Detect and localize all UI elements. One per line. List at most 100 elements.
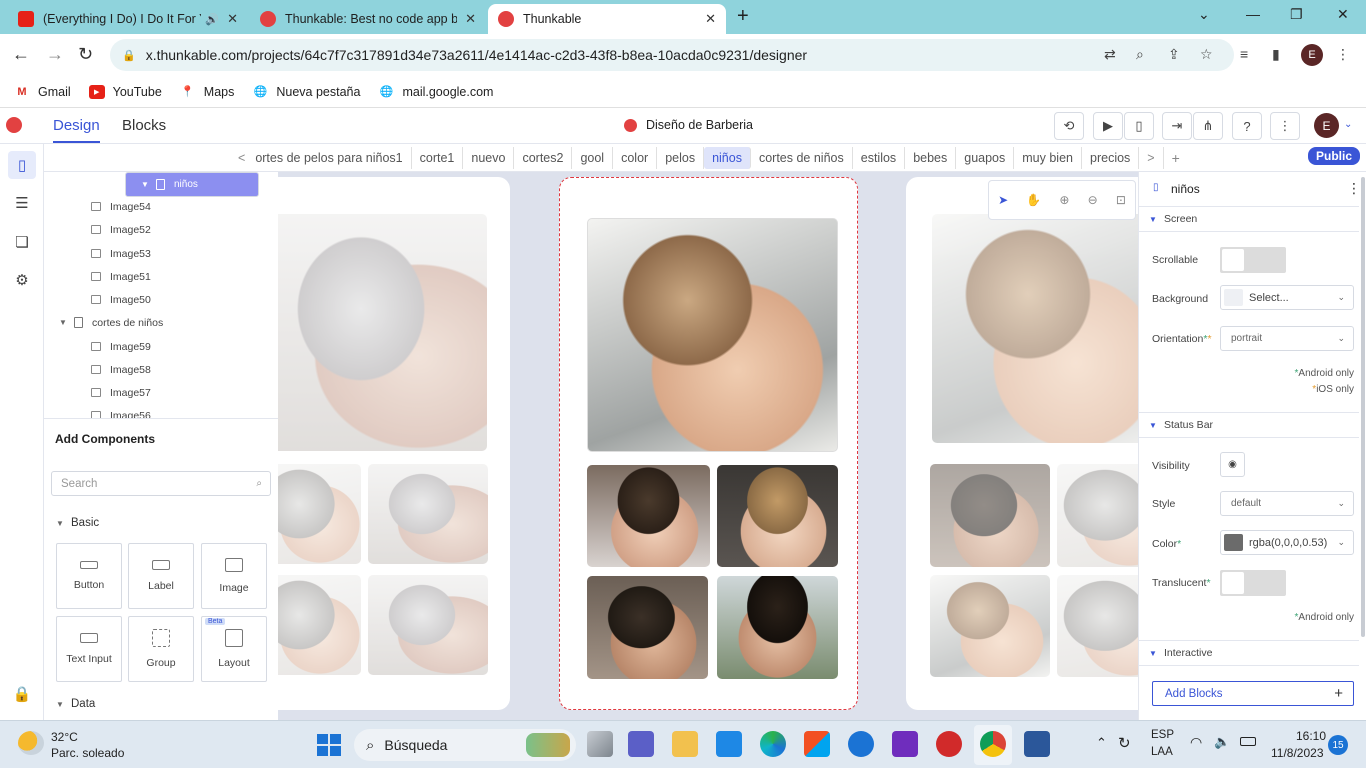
tree-row-image[interactable]: Image53 <box>44 242 278 265</box>
taskbar-search[interactable]: ⌕ Búsqueda <box>354 729 576 761</box>
tree-row-image[interactable]: Image51 <box>44 265 278 288</box>
weather-temp[interactable]: 32°C <box>51 730 78 744</box>
share-button[interactable]: ⋔ <box>1193 112 1223 140</box>
bookmark-nueva-pestana[interactable]: 🌐 Nueva pestaña <box>252 85 361 99</box>
url-field[interactable]: 🔒 x.thunkable.com/projects/64c7f7c317891… <box>110 39 1234 71</box>
chevron-down-icon[interactable]: ⌄ <box>1344 119 1352 130</box>
volume-icon[interactable]: 🔈 <box>1214 734 1230 750</box>
component-text-input[interactable]: Text Input <box>56 616 122 682</box>
add-screen-button[interactable]: + <box>1164 146 1188 170</box>
share-icon[interactable]: ⇪ <box>1168 46 1180 63</box>
image-component[interactable] <box>930 575 1050 677</box>
image-component[interactable] <box>717 576 838 679</box>
image-component[interactable] <box>278 575 361 675</box>
phone-preview-selected[interactable] <box>559 177 858 710</box>
screen-tab[interactable]: color <box>613 147 658 169</box>
notification-badge[interactable]: 15 <box>1328 735 1348 755</box>
orientation-select[interactable]: portrait ⌄ <box>1220 326 1354 351</box>
wifi-icon[interactable]: ◠ <box>1190 734 1202 751</box>
image-component[interactable] <box>932 214 1138 443</box>
screen-tab[interactable]: cortes de niños <box>751 147 853 169</box>
image-component[interactable] <box>717 465 838 567</box>
history-button[interactable]: ⟲ <box>1054 112 1084 140</box>
tree-row-image[interactable]: Image57 <box>44 381 278 404</box>
tab-youtube[interactable]: (Everything I Do) I Do It For Y 🔊 ✕ <box>8 4 248 34</box>
zoom-icon[interactable]: ⌕ <box>1136 46 1144 63</box>
tree-row-screen[interactable]: ▼ niños <box>125 172 259 197</box>
tree-row-image[interactable]: Image54 <box>44 195 278 218</box>
section-status-bar[interactable]: ▼ Status Bar <box>1139 412 1359 438</box>
language-top[interactable]: ESP <box>1151 729 1174 741</box>
thunkable-logo[interactable] <box>6 117 22 133</box>
word-icon[interactable] <box>1024 731 1050 757</box>
language-bottom[interactable]: LAA <box>1151 746 1173 758</box>
media-icon[interactable]: ≡ <box>1240 46 1248 62</box>
kebab-menu-icon[interactable]: ⋮ <box>1347 180 1361 197</box>
screen-tab-active[interactable]: niños <box>704 147 751 169</box>
image-component[interactable] <box>368 464 488 564</box>
visual-studio-icon[interactable] <box>892 731 918 757</box>
kebab-menu-icon[interactable]: ⋮ <box>1336 46 1350 63</box>
help-button[interactable]: ? <box>1232 112 1262 140</box>
windows-start-icon[interactable] <box>317 734 341 756</box>
visibility-button[interactable]: ◉ <box>1220 452 1245 477</box>
tree-row-image[interactable]: Image59 <box>44 335 278 358</box>
section-basic[interactable]: ▼ Basic <box>55 517 99 529</box>
phone-preview-left[interactable] <box>278 177 510 710</box>
task-view-icon[interactable] <box>587 731 613 757</box>
store-icon[interactable] <box>804 731 830 757</box>
screen-tab[interactable]: guapos <box>956 147 1015 169</box>
close-icon[interactable]: ✕ <box>705 11 716 27</box>
caret-down-icon[interactable]: ▼ <box>140 180 150 189</box>
screen-tab[interactable]: bebes <box>905 147 957 169</box>
clock-time[interactable]: 16:10 <box>1296 729 1326 743</box>
style-select[interactable]: default ⌄ <box>1220 491 1354 516</box>
image-component[interactable] <box>368 575 488 675</box>
star-icon[interactable]: ☆ <box>1200 46 1213 63</box>
settings-icon[interactable]: ⚙ <box>8 266 36 294</box>
back-icon[interactable]: ← <box>12 44 30 65</box>
component-button[interactable]: Button <box>56 543 122 609</box>
zoom-out-icon[interactable]: ⊖ <box>1088 193 1098 207</box>
battery-icon[interactable] <box>1240 737 1256 746</box>
screen-tab[interactable]: precios <box>1082 147 1140 169</box>
section-interactive[interactable]: ▼ Interactive <box>1139 640 1359 666</box>
screen-tab[interactable]: cortes2 <box>514 147 573 169</box>
app-icon[interactable] <box>936 731 962 757</box>
bookmark-gmail[interactable]: M Gmail <box>14 85 70 99</box>
tree-row-image[interactable]: Image50 <box>44 288 278 311</box>
new-tab-button[interactable]: + <box>737 5 749 28</box>
screen-tab[interactable]: corte1 <box>412 147 464 169</box>
hand-icon[interactable]: ✋ <box>1026 193 1041 207</box>
forward-icon[interactable]: → <box>46 44 64 65</box>
tree-row-screen[interactable]: ▼ cortes de niños <box>44 311 278 334</box>
image-component[interactable] <box>1057 575 1138 677</box>
add-blocks-button[interactable]: Add Blocks + <box>1152 681 1354 706</box>
close-icon[interactable]: ✕ <box>227 11 238 27</box>
weather-icon[interactable] <box>18 731 44 755</box>
color-select[interactable]: rgba(0,0,0,0.53) ⌄ <box>1220 530 1354 555</box>
background-select[interactable]: Select... ⌄ <box>1220 285 1354 310</box>
tab-blocks[interactable]: Blocks <box>122 117 166 134</box>
weather-desc[interactable]: Parc. soleado <box>51 746 124 760</box>
minimize-icon[interactable]: — <box>1246 6 1260 22</box>
user-avatar[interactable]: E <box>1314 113 1339 138</box>
preview-button[interactable]: ▶ <box>1093 112 1123 140</box>
image-component[interactable] <box>278 464 361 564</box>
screen-tab[interactable]: pelos <box>657 147 705 169</box>
screens-icon[interactable]: ▯ <box>8 151 36 179</box>
close-icon[interactable]: ✕ <box>465 11 476 27</box>
export-button[interactable]: ⇥ <box>1162 112 1192 140</box>
tab-thunkable-designer[interactable]: Thunkable ✕ <box>488 4 726 34</box>
image-component[interactable] <box>587 218 838 452</box>
zoom-in-icon[interactable]: ⊕ <box>1059 193 1069 207</box>
caret-down-icon[interactable]: ▼ <box>58 318 68 327</box>
live-test-button[interactable]: ▯ <box>1124 112 1154 140</box>
screen-tab[interactable]: nuevo <box>463 147 515 169</box>
speaker-icon[interactable]: 🔊 <box>205 13 219 26</box>
database-icon[interactable]: ☰ <box>8 189 36 217</box>
screen-tab[interactable]: muy bien <box>1014 147 1082 169</box>
screen-tab[interactable]: ortes de pelos para niños1 <box>253 147 412 169</box>
search-input[interactable]: Search ⌕ <box>51 471 271 496</box>
translucent-toggle[interactable] <box>1220 570 1286 596</box>
